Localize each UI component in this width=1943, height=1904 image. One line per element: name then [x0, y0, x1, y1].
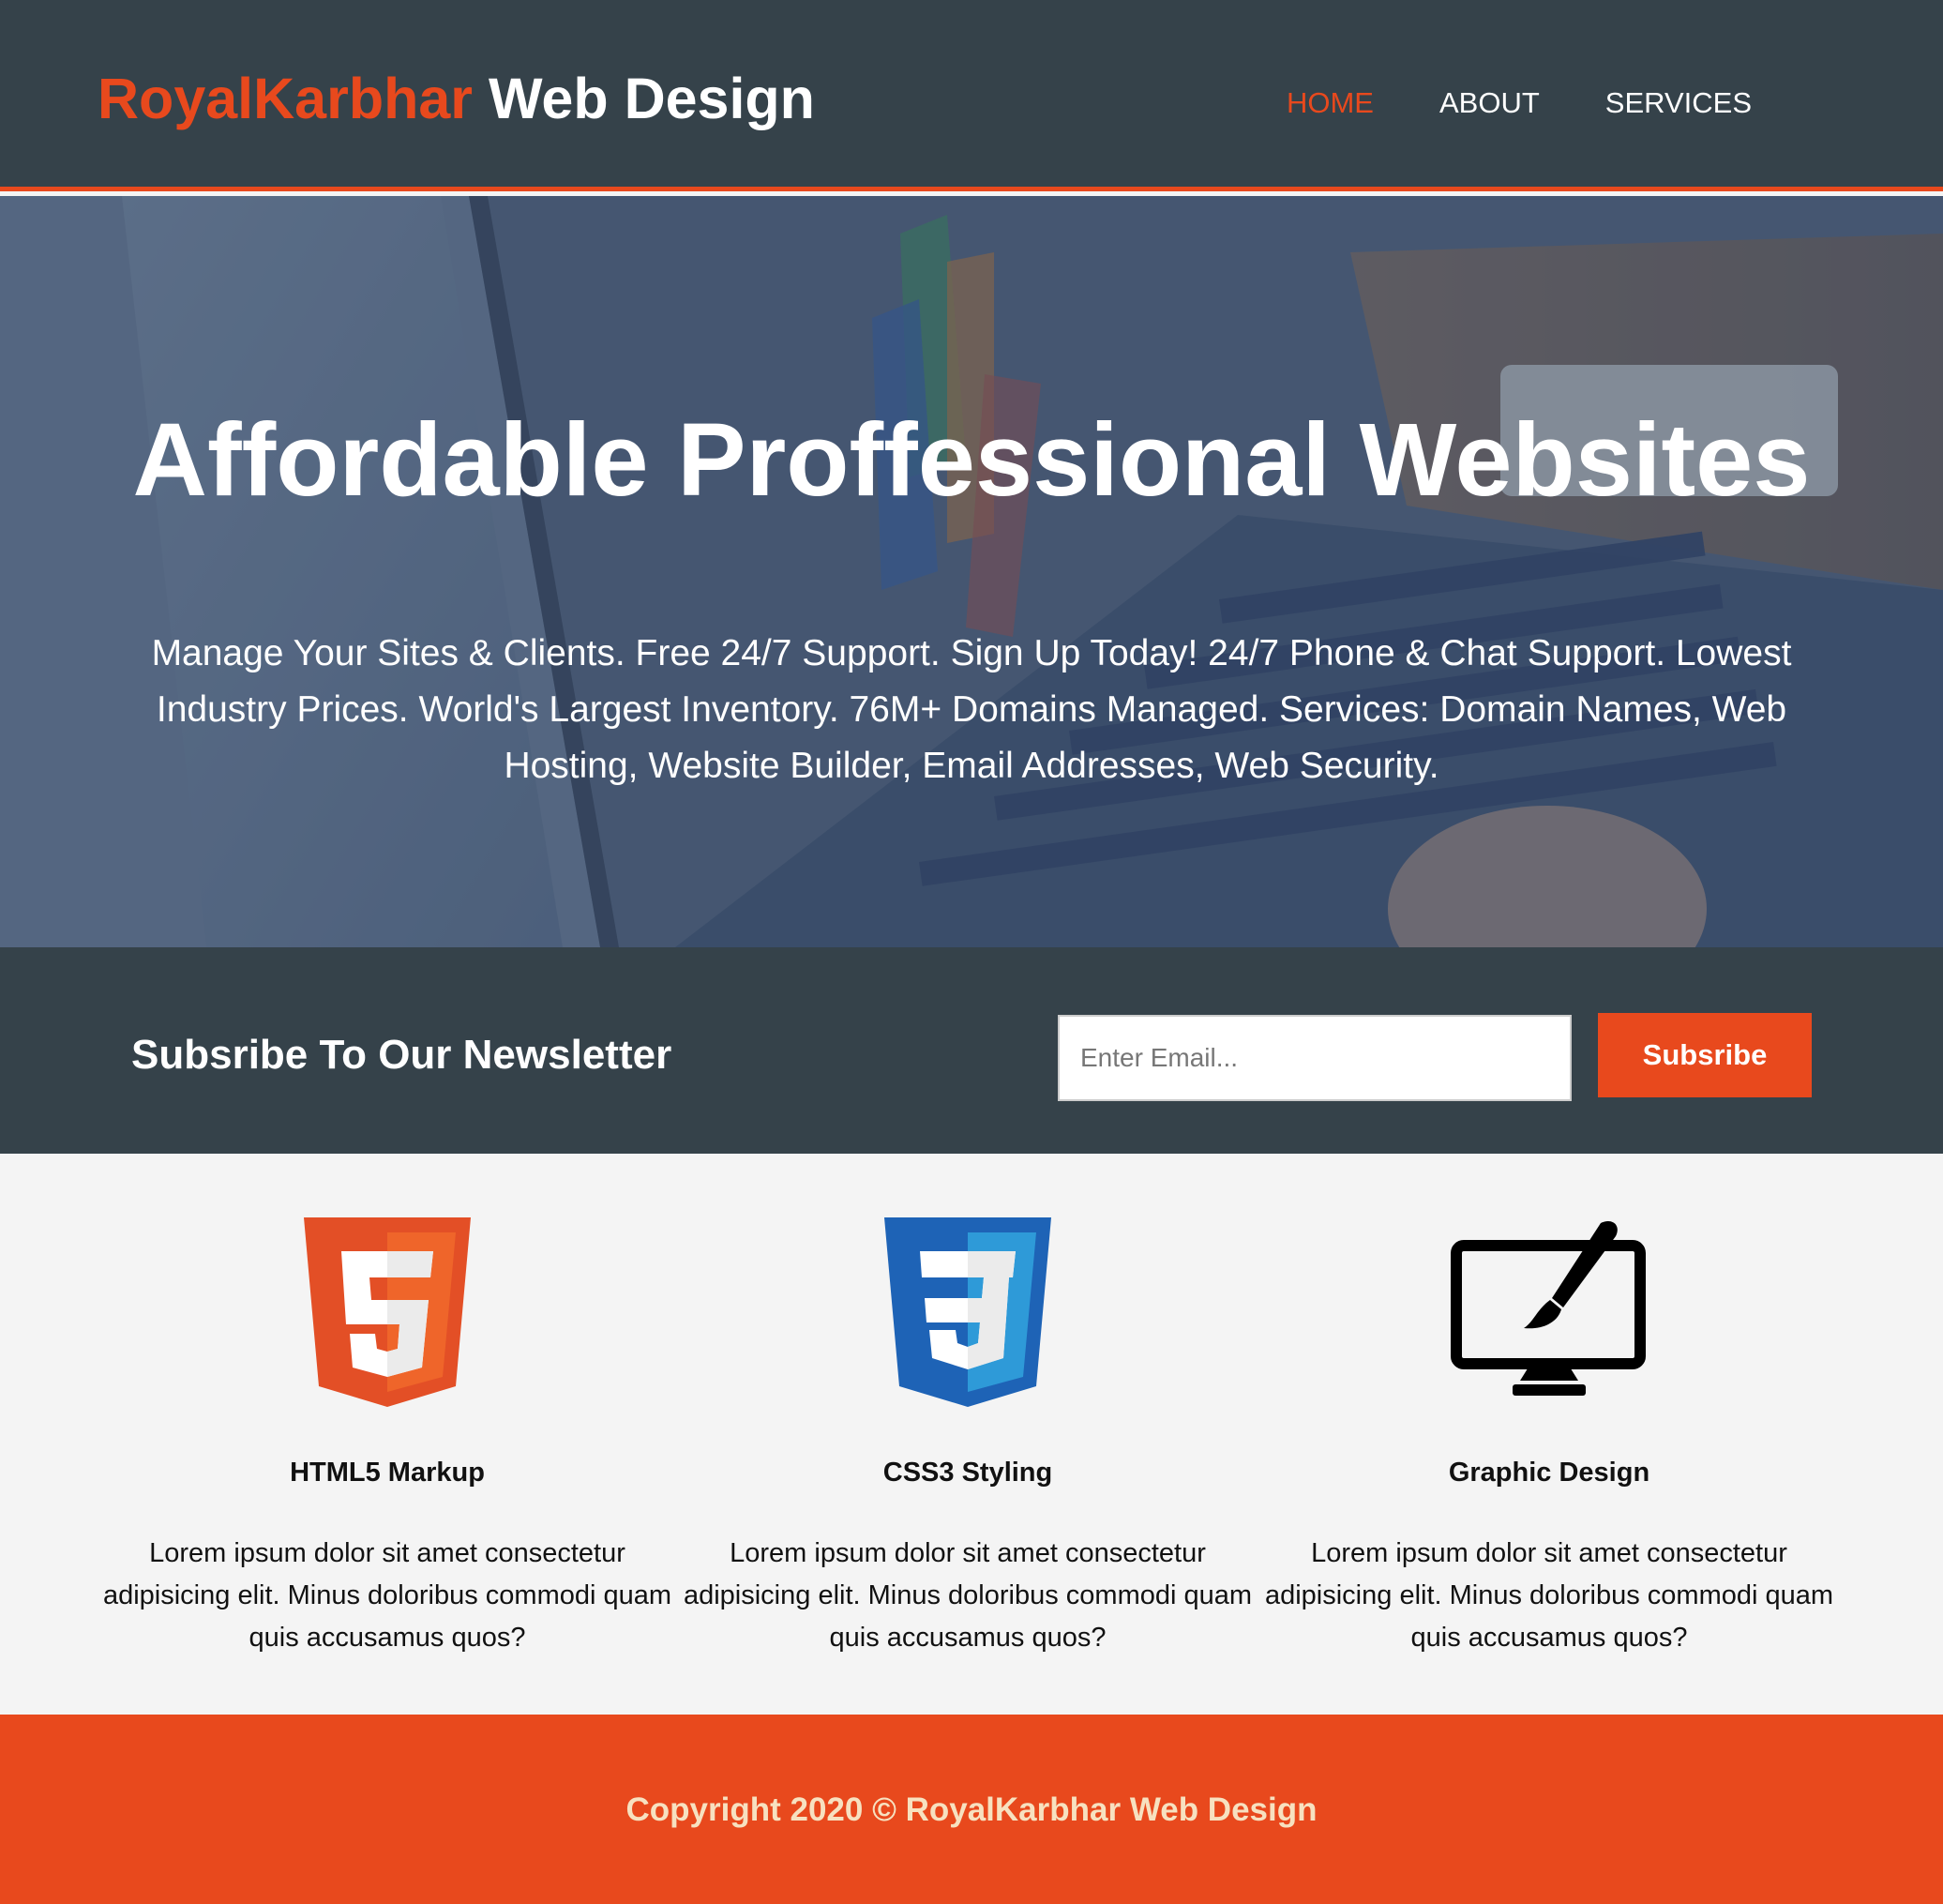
brand-name-accent: RoyalKarbhar — [98, 67, 474, 130]
feature-title: Graphic Design — [1448, 1458, 1650, 1488]
feature-text: Lorem ipsum dolor sit amet consectetur a… — [102, 1538, 672, 1653]
feature-title: CSS3 Styling — [882, 1458, 1053, 1488]
hero-overlay — [0, 196, 1943, 947]
css3-logo-icon — [884, 1217, 1051, 1407]
html5-logo-icon — [304, 1217, 471, 1407]
newsletter-title: Subsribe To Our Newsletter — [131, 1032, 672, 1078]
brand-logo[interactable]: RoyalKarbhar Web Design — [98, 66, 815, 131]
nav-item-home[interactable]: HOME — [1287, 84, 1374, 122]
hero-text: Manage Your Sites & Clients. Free 24/7 S… — [151, 633, 1792, 786]
nav-item-services[interactable]: SERVICES — [1605, 84, 1752, 122]
main-nav: HOME ABOUT SERVICES — [1287, 84, 1752, 122]
subscribe-button[interactable]: Subsribe — [1598, 1013, 1812, 1097]
email-input[interactable] — [1058, 1015, 1572, 1101]
monitor-paintbrush-icon — [1451, 1220, 1646, 1396]
newsletter-section: Subsribe To Our Newsletter Subsribe — [0, 947, 1943, 1154]
feature-text: Lorem ipsum dolor sit amet consectetur a… — [683, 1538, 1253, 1653]
site-header: RoyalKarbhar Web Design HOME ABOUT SERVI… — [0, 0, 1943, 191]
brand-name-rest: Web Design — [473, 67, 815, 130]
nav-item-about[interactable]: ABOUT — [1439, 84, 1540, 122]
copyright-text: Copyright 2020 © RoyalKarbhar Web Design — [625, 1791, 1318, 1828]
feature-title: HTML5 Markup — [290, 1458, 485, 1488]
feature-text: Lorem ipsum dolor sit amet consectetur a… — [1264, 1538, 1834, 1653]
site-footer: Copyright 2020 © RoyalKarbhar Web Design — [0, 1715, 1943, 1904]
hero-section: Affordable Proffessional Websites Manage… — [0, 196, 1943, 947]
features-section: HTML5 Markup Lorem ipsum dolor sit amet … — [0, 1154, 1943, 1715]
hero-title: Affordable Proffessional Websites — [132, 402, 1811, 518]
